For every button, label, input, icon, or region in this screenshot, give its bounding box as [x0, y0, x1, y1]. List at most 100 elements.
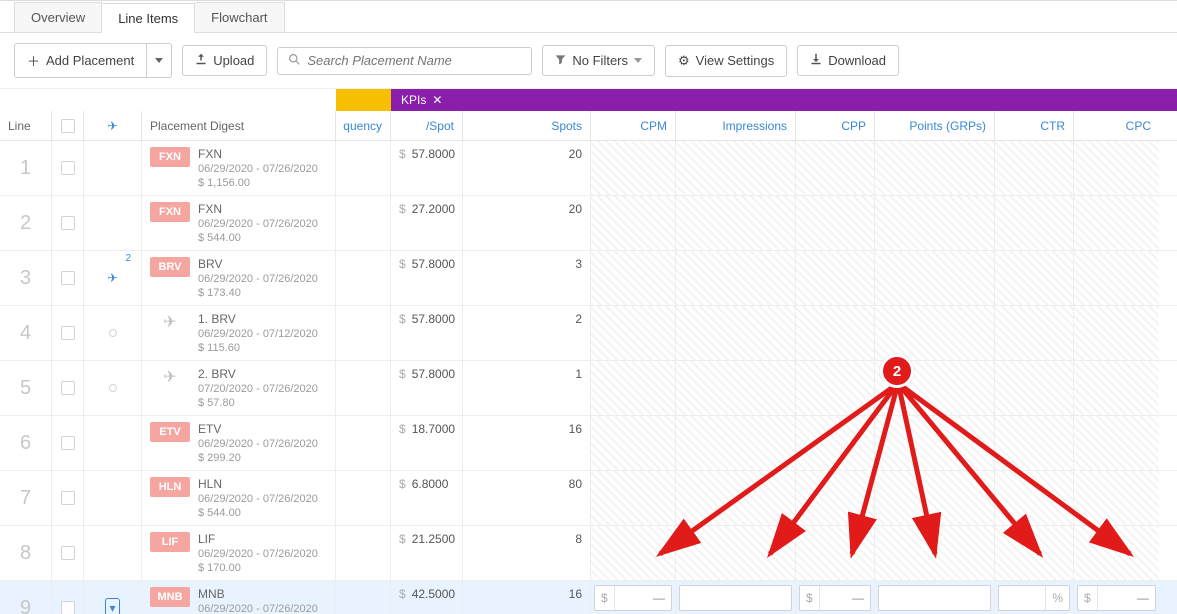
add-placement-caret[interactable]	[147, 43, 172, 78]
placement-digest-cell: LIFLIF06/29/2020 - 07/26/2020$ 170.00	[142, 526, 336, 580]
flight-cell[interactable]	[84, 306, 142, 360]
line-number: 5	[0, 361, 52, 415]
col-per-spot[interactable]: /Spot	[391, 111, 463, 140]
download-icon	[810, 53, 822, 68]
placement-price: $ 544.00	[198, 507, 318, 519]
per-spot-value: 57.8000	[412, 312, 455, 326]
kpi-cpp-cell[interactable]: $—	[796, 581, 875, 614]
kpi-grp-cell	[875, 471, 995, 525]
grid-header: Line ✈ Placement Digest quency /Spot Spo…	[0, 111, 1177, 141]
row-checkbox[interactable]	[61, 271, 75, 285]
col-ctr[interactable]: CTR	[995, 111, 1074, 140]
col-cpp[interactable]: CPP	[796, 111, 875, 140]
currency-prefix: $	[595, 586, 615, 610]
row-checkbox[interactable]	[61, 436, 75, 450]
per-spot-cell: $18.7000	[391, 416, 463, 470]
tab-overview[interactable]: Overview	[14, 2, 102, 32]
table-row[interactable]: 4✈1. BRV06/29/2020 - 07/12/2020$ 115.60$…	[0, 306, 1177, 361]
no-filters-button[interactable]: No Filters	[542, 45, 655, 76]
table-row[interactable]: 3✈2BRVBRV06/29/2020 - 07/26/2020$ 173.40…	[0, 251, 1177, 306]
placement-price: $ 170.00	[198, 562, 318, 574]
col-impressions[interactable]: Impressions	[676, 111, 796, 140]
flight-cell[interactable]	[84, 526, 142, 580]
col-flight[interactable]: ✈	[84, 111, 142, 140]
download-button[interactable]: Download	[797, 45, 899, 76]
flight-cell[interactable]	[84, 141, 142, 195]
table-row[interactable]: 1FXNFXN06/29/2020 - 07/26/2020$ 1,156.00…	[0, 141, 1177, 196]
flight-cell[interactable]: ✈2	[84, 251, 142, 305]
col-line[interactable]: Line	[0, 111, 52, 140]
caret-down-icon	[155, 58, 163, 63]
kpi-ctr-input[interactable]: %	[998, 585, 1070, 611]
flight-cell[interactable]	[84, 471, 142, 525]
kpi-cpm-input[interactable]: $—	[594, 585, 672, 611]
close-icon[interactable]: ✕	[432, 93, 442, 107]
placement-name: LIF	[198, 532, 318, 546]
row-checkbox[interactable]	[61, 326, 75, 340]
col-check[interactable]	[52, 111, 84, 140]
kpi-cpm-cell[interactable]: $—	[591, 581, 676, 614]
row-checkbox[interactable]	[61, 161, 75, 175]
per-spot-cell: $27.2000	[391, 196, 463, 250]
col-points[interactable]: Points (GRPs)	[875, 111, 995, 140]
search-box[interactable]	[277, 47, 532, 75]
placement-dates: 07/20/2020 - 07/26/2020	[198, 383, 318, 395]
row-checkbox[interactable]	[61, 546, 75, 560]
placement-name: 1. BRV	[198, 312, 318, 326]
table-row[interactable]: 8LIFLIF06/29/2020 - 07/26/2020$ 170.00$2…	[0, 526, 1177, 581]
kpi-cpc-cell	[1074, 251, 1159, 305]
checkbox[interactable]	[61, 119, 75, 133]
table-row[interactable]: 9▾MNBMNB06/29/2020 - 07/26/2020$ 680.00$…	[0, 581, 1177, 614]
spots-cell: 16	[463, 581, 591, 614]
table-row[interactable]: 2FXNFXN06/29/2020 - 07/26/2020$ 544.00$2…	[0, 196, 1177, 251]
row-checkbox[interactable]	[61, 216, 75, 230]
kpi-cpp-cell	[796, 306, 875, 360]
flight-cell[interactable]	[84, 416, 142, 470]
kpi-cpp-cell	[796, 526, 875, 580]
placement-price: $ 57.80	[198, 397, 318, 409]
placement-dates: 06/29/2020 - 07/26/2020	[198, 273, 318, 285]
flight-cell[interactable]	[84, 361, 142, 415]
row-dropdown-icon[interactable]: ▾	[105, 598, 119, 614]
kpi-imp-cell	[676, 141, 796, 195]
yellow-group	[336, 89, 391, 111]
per-spot-value: 57.8000	[412, 257, 455, 271]
col-spots[interactable]: Spots	[463, 111, 591, 140]
tab-flowchart[interactable]: Flowchart	[195, 2, 284, 32]
col-cpm[interactable]: CPM	[591, 111, 676, 140]
kpi-cpc-cell[interactable]: $—	[1074, 581, 1159, 614]
line-number: 1	[0, 141, 52, 195]
placement-price: $ 115.60	[198, 342, 318, 354]
table-row[interactable]: 5✈2. BRV07/20/2020 - 07/26/2020$ 57.80$5…	[0, 361, 1177, 416]
add-placement-button[interactable]: ＋ Add Placement	[14, 43, 147, 78]
kpi-imp-cell[interactable]	[676, 581, 796, 614]
kpi-imp-input[interactable]	[679, 585, 792, 611]
frequency-cell	[336, 581, 391, 614]
table-row[interactable]: 7HLNHLN06/29/2020 - 07/26/2020$ 544.00$6…	[0, 471, 1177, 526]
tab-line-items[interactable]: Line Items	[102, 3, 195, 33]
kpi-ctr-cell[interactable]: %	[995, 581, 1074, 614]
frequency-cell	[336, 526, 391, 580]
view-settings-button[interactable]: ⚙ View Settings	[665, 45, 787, 77]
col-cpc[interactable]: CPC	[1074, 111, 1159, 140]
table-row[interactable]: 6ETVETV06/29/2020 - 07/26/2020$ 299.20$1…	[0, 416, 1177, 471]
per-spot-value: 57.8000	[412, 147, 455, 161]
kpi-grp-input[interactable]	[878, 585, 991, 611]
row-checkbox[interactable]	[61, 601, 75, 614]
flight-cell[interactable]	[84, 196, 142, 250]
flight-cell[interactable]: ▾	[84, 581, 142, 614]
upload-button[interactable]: Upload	[182, 45, 267, 76]
kpi-cpp-cell	[796, 251, 875, 305]
kpi-cpc-input[interactable]: $—	[1077, 585, 1156, 611]
kpi-cpp-input[interactable]: $—	[799, 585, 871, 611]
kpi-grp-cell[interactable]	[875, 581, 995, 614]
row-checkbox[interactable]	[61, 381, 75, 395]
plane-icon: ✈	[150, 312, 190, 332]
col-frequency[interactable]: quency	[336, 111, 391, 140]
placement-digest-cell: MNBMNB06/29/2020 - 07/26/2020$ 680.00	[142, 581, 336, 614]
col-placement-digest[interactable]: Placement Digest	[142, 111, 336, 140]
placement-digest-cell: ✈2. BRV07/20/2020 - 07/26/2020$ 57.80	[142, 361, 336, 415]
row-checkbox[interactable]	[61, 491, 75, 505]
add-placement-split: ＋ Add Placement	[14, 43, 172, 78]
search-input[interactable]	[307, 53, 521, 68]
